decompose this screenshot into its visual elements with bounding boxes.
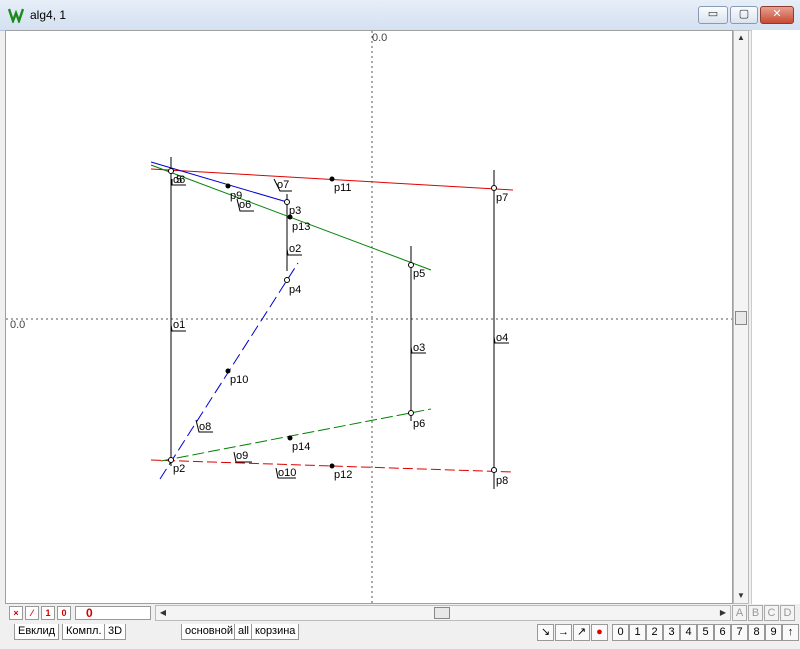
drawing-canvas[interactable]: 0.0 0.0 p2 p3 p4 p5 p6 p7 p8 p9 p10 p11 … [5, 30, 733, 604]
point-p10 [225, 368, 231, 374]
vertical-scroll-thumb[interactable] [735, 311, 747, 325]
y-origin-label: 0.0 [372, 32, 387, 44]
line-tool-icon[interactable]: ↗ [573, 624, 590, 641]
number-button-6[interactable]: 6 [714, 624, 731, 641]
one-button[interactable]: 1 [41, 606, 55, 620]
label-p14: p14 [292, 441, 310, 453]
point-p12 [329, 463, 335, 469]
x-origin-label: 0.0 [10, 319, 25, 331]
label-o7: o7 [277, 179, 289, 191]
restore-button[interactable]: ▢ [730, 6, 758, 24]
label-o8: o8 [199, 421, 211, 433]
point-p5 [408, 262, 414, 268]
number-button-5[interactable]: 5 [697, 624, 714, 641]
label-o10: o10 [278, 467, 296, 479]
ray-tool-icon[interactable]: → [555, 624, 572, 641]
tab-3d[interactable]: 3D [104, 624, 127, 640]
point-p2 [168, 457, 174, 463]
label-p2: p2 [173, 463, 185, 475]
scroll-left-icon[interactable]: ◀ [156, 606, 170, 620]
point-p3 [284, 199, 290, 205]
scroll-down-icon[interactable]: ▼ [734, 589, 748, 603]
x-button[interactable]: × [9, 606, 23, 620]
label-p6: p6 [413, 418, 425, 430]
number-button-4[interactable]: 4 [680, 624, 697, 641]
tab-complex[interactable]: Компл. [62, 624, 106, 640]
letter-b-button[interactable]: B [748, 605, 763, 621]
label-p12: p12 [334, 469, 352, 481]
point-p4 [284, 277, 290, 283]
zero-button[interactable]: 0 [57, 606, 71, 620]
label-o9: o9 [236, 450, 248, 462]
letter-a-button[interactable]: A [732, 605, 747, 621]
tab-trash[interactable]: корзина [251, 624, 300, 640]
point-tool-icon[interactable]: ● [591, 624, 608, 641]
label-p7: p7 [496, 192, 508, 204]
point-p11 [329, 176, 335, 182]
number-button-0[interactable]: 0 [612, 624, 629, 641]
segment-tool-icon[interactable]: ↘ [537, 624, 554, 641]
counter-display: 0 [75, 606, 151, 620]
number-button-1[interactable]: 1 [629, 624, 646, 641]
letter-c-button[interactable]: C [764, 605, 779, 621]
label-p13: p13 [292, 221, 310, 233]
geometry-drawing[interactable]: 0.0 0.0 p2 p3 p4 p5 p6 p7 p8 p9 p10 p11 … [6, 31, 732, 603]
label-p10: p10 [230, 374, 248, 386]
point-p1-open [168, 168, 174, 174]
horizontal-scroll-thumb[interactable] [434, 607, 450, 619]
side-panel [751, 30, 800, 604]
point-p6 [408, 410, 414, 416]
up-arrow-icon[interactable]: ↑ [782, 624, 799, 641]
label-p3: p3 [289, 205, 301, 217]
number-button-9[interactable]: 9 [765, 624, 782, 641]
app-icon [8, 8, 24, 23]
label-p5: p5 [413, 268, 425, 280]
point-p7 [491, 185, 497, 191]
status-toolbar: × ⁄ 1 0 0 ◀ ▶ A B C D [5, 604, 800, 622]
bottom-bar: Евклид Компл. 3D основной all корзина ↘ … [0, 622, 800, 649]
point-p8 [491, 467, 497, 473]
vertical-scrollbar[interactable]: ▲ ▼ [733, 30, 749, 604]
minimize-button[interactable]: ▭ [698, 6, 728, 24]
label-p4: p4 [289, 284, 301, 296]
close-button[interactable]: ✕ [760, 6, 794, 24]
number-button-8[interactable]: 8 [748, 624, 765, 641]
label-o2: o2 [289, 243, 301, 255]
horizontal-scrollbar[interactable]: ◀ ▶ [155, 605, 731, 621]
label-p11: p11 [334, 182, 352, 194]
scroll-up-icon[interactable]: ▲ [734, 31, 748, 45]
window-title: alg4, 1 [30, 8, 67, 22]
label-o1: o1 [173, 319, 185, 331]
number-button-7[interactable]: 7 [731, 624, 748, 641]
point-p14 [287, 435, 293, 441]
label-o5-overlap: 5 [176, 174, 182, 186]
slash-button[interactable]: ⁄ [25, 606, 39, 620]
label-o3: o3 [413, 342, 425, 354]
label-p8: p8 [496, 475, 508, 487]
label-o6: o6 [239, 199, 251, 211]
tab-euclid[interactable]: Евклид [14, 624, 60, 640]
title-bar: alg4, 1 ▭ ▢ ✕ [0, 0, 800, 31]
point-p9 [225, 183, 231, 189]
scroll-right-icon[interactable]: ▶ [716, 606, 730, 620]
number-button-2[interactable]: 2 [646, 624, 663, 641]
tab-main[interactable]: основной [181, 624, 237, 640]
line-o9-green-dashed [160, 408, 432, 462]
number-button-3[interactable]: 3 [663, 624, 680, 641]
label-o4: o4 [496, 332, 508, 344]
letter-d-button[interactable]: D [780, 605, 795, 621]
